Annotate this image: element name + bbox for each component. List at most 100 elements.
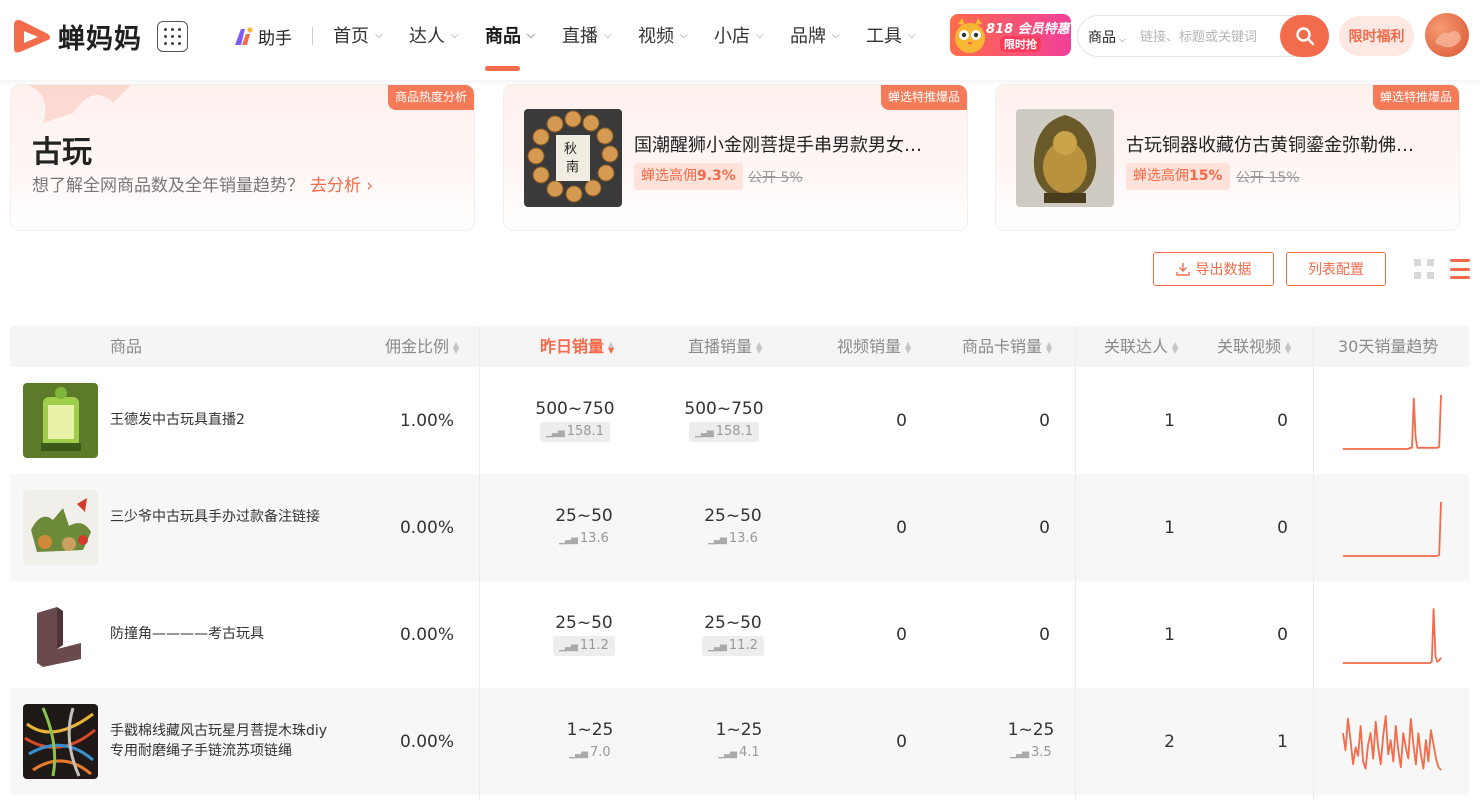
- table-row[interactable]: 王德发中古玩具直播2 1.00% 500~750 ▁▃▅ 158.1 500~75…: [10, 367, 1469, 474]
- limited-offer-button[interactable]: 限时福利: [1339, 16, 1414, 56]
- col-commission[interactable]: 佣金比例 ▲ ▼: [385, 326, 459, 367]
- nav-home[interactable]: 首页 ⌵: [333, 22, 383, 48]
- active-tab-indicator: [485, 66, 520, 71]
- product-thumbnail[interactable]: [23, 383, 98, 458]
- list-view-icon[interactable]: [1450, 259, 1470, 279]
- sales-avg-badge: ▁▃▅ 158.1: [689, 422, 759, 442]
- sales-avg-badge: ▁▃▅ 13.6: [702, 529, 764, 549]
- related-creators-cell[interactable]: 1: [1110, 474, 1175, 581]
- promo-banner[interactable]: 818 会员特惠 限时抢: [950, 14, 1071, 56]
- related-videos-cell[interactable]: 0: [1220, 367, 1288, 474]
- col-product: 商品: [110, 337, 143, 356]
- col-live-sales[interactable]: 直播销量 ▲ ▼: [688, 326, 762, 367]
- search-input[interactable]: [1140, 25, 1278, 47]
- video-sales-cell: 0: [896, 731, 907, 752]
- related-creators-cell[interactable]: 1: [1110, 367, 1175, 474]
- sales-avg: 11.2: [579, 638, 609, 653]
- sales-avg: 13.6: [728, 531, 758, 546]
- sort-icon: ▲ ▼: [905, 339, 912, 355]
- search-scope-label: 商品: [1088, 30, 1116, 46]
- col-label: 商品卡销量: [962, 337, 1043, 356]
- helper-link[interactable]: 助手: [232, 24, 292, 49]
- col-card-sales[interactable]: 商品卡销量 ▲ ▼: [962, 326, 1052, 367]
- nav-label: 小店: [714, 26, 750, 47]
- product-thumbnail[interactable]: [23, 597, 98, 672]
- sort-icon: ▲ ▼: [453, 339, 460, 355]
- sales-avg-badge: ▁▃▅ 11.2: [702, 636, 764, 656]
- col-yesterday-sales[interactable]: 昨日销量 ▲ ▼: [540, 326, 614, 367]
- table-row[interactable]: 手戳棉线藏风古玩星月菩提木珠diy专用耐磨绳子手链流苏项链绳 0.00% 1~2…: [10, 688, 1469, 795]
- related-videos-cell[interactable]: 0: [1220, 474, 1288, 581]
- related-creators-cell[interactable]: 1: [1110, 581, 1175, 688]
- sales-range: 1~25: [1007, 720, 1055, 740]
- live-sales-cell: 500~750 ▁▃▅ 158.1: [684, 399, 764, 442]
- sparkline-path: [1343, 608, 1442, 664]
- category-analysis-card: 商品热度分析 古玩 想了解全网商品数及全年销量趋势？ 去分析 ›: [10, 84, 475, 231]
- col-label: 关联视频: [1217, 337, 1282, 356]
- sparkline-path: [1343, 394, 1442, 450]
- col-related-creators[interactable]: 关联达人 ▲ ▼: [1104, 326, 1178, 367]
- trend-sparkline: [1343, 608, 1442, 664]
- export-data-button[interactable]: 导出数据: [1153, 252, 1274, 286]
- featured-product-title[interactable]: 国潮醒狮小金刚菩提手串男款男女士手串: [634, 131, 939, 157]
- trend-sparkline: [1343, 501, 1442, 557]
- commission-label: 蝉选高佣: [641, 168, 697, 184]
- product-name[interactable]: 防撞角————考古玩具: [110, 624, 330, 644]
- nav-shops[interactable]: 小店 ⌵: [714, 22, 764, 48]
- brand-logo[interactable]: 蝉妈妈: [10, 14, 142, 58]
- related-creators-cell[interactable]: 2: [1110, 688, 1175, 795]
- featured-product-card[interactable]: 蝉选特推爆品 古玩铜器收藏仿古黄铜鎏金弥勒佛笑佛摆件 蝉选高佣15% 公开 15…: [995, 84, 1460, 231]
- card-sales-cell: 0: [1039, 410, 1050, 431]
- product-name[interactable]: 三少爷中古玩具手办过款备注链接: [110, 507, 330, 527]
- table-header: 商品 佣金比例 ▲ ▼ 昨日销量 ▲ ▼ 直播销量 ▲ ▼ 视频销量 ▲ ▼ 商品卡销量 ▲ ▼ 关…: [10, 326, 1469, 367]
- top-nav-bar: 蝉妈妈 助手 首页 ⌵ 达人 ⌵ 商品 ⌵ 直播 ⌵ 视频 ⌵ 小店 ⌵ 品牌 ⌵ 工具 ⌵ 8…: [0, 0, 1480, 80]
- product-thumbnail[interactable]: [23, 704, 98, 779]
- app-grid-icon[interactable]: [157, 21, 188, 52]
- table-row[interactable]: 三少爷中古玩具手办过款备注链接 0.00% 25~50 ▁▃▅ 13.6 25~5…: [10, 474, 1469, 581]
- search-button[interactable]: [1280, 15, 1329, 57]
- nav-label: 达人: [409, 26, 445, 47]
- category-title: 古玩: [32, 135, 92, 170]
- nav-products[interactable]: 商品 ⌵: [485, 22, 535, 48]
- table-row[interactable]: 防撞角————考古玩具 0.00% 25~50 ▁▃▅ 11.2 25~50 ▁▃…: [10, 581, 1469, 688]
- trend-sparkline: [1342, 715, 1442, 771]
- product-name[interactable]: 王德发中古玩具直播2: [110, 410, 330, 430]
- nav-label: 品牌: [790, 26, 826, 47]
- sales-range: 25~50: [704, 506, 762, 526]
- grid-view-icon[interactable]: [1414, 259, 1434, 279]
- sort-icon: ▲ ▼: [1285, 339, 1292, 355]
- related-videos-cell[interactable]: 0: [1220, 581, 1288, 688]
- featured-product-title[interactable]: 古玩铜器收藏仿古黄铜鎏金弥勒佛笑佛摆件: [1126, 131, 1431, 157]
- featured-tag: 蝉选特推爆品: [1372, 85, 1459, 110]
- nav-creators[interactable]: 达人 ⌵: [409, 22, 459, 48]
- sales-avg: 3.5: [1031, 745, 1052, 760]
- brand-name: 蝉妈妈: [58, 23, 142, 55]
- avatar[interactable]: [1425, 13, 1469, 57]
- commission-cell: 1.00%: [399, 410, 454, 431]
- product-thumbnail[interactable]: [23, 490, 98, 565]
- nav-label: 首页: [333, 26, 369, 47]
- video-sales-cell: 0: [896, 410, 907, 431]
- chevron-down-icon: ⌵: [1119, 35, 1126, 45]
- analyze-link[interactable]: 去分析 ›: [310, 176, 373, 196]
- col-video-sales[interactable]: 视频销量 ▲ ▼: [837, 326, 911, 367]
- related-videos-cell[interactable]: 1: [1220, 688, 1288, 795]
- nav-live[interactable]: 直播 ⌵: [562, 22, 612, 48]
- featured-product-card[interactable]: 蝉选特推爆品 秋 南 国潮醒狮小金刚菩提手串男款男女士手串 蝉选高佣9.3% 公…: [503, 84, 968, 231]
- product-name[interactable]: 手戳棉线藏风古玩星月菩提木珠diy专用耐磨绳子手链流苏项链绳: [110, 721, 330, 761]
- commission-label: 蝉选高佣: [1133, 168, 1189, 184]
- svg-text:南: 南: [566, 159, 579, 175]
- nav-label: 直播: [562, 26, 598, 47]
- column-config-button[interactable]: 列表配置: [1286, 252, 1386, 286]
- col-related-videos[interactable]: 关联视频 ▲ ▼: [1217, 326, 1291, 367]
- sales-range: 1~25: [566, 720, 614, 740]
- nav-tools[interactable]: 工具 ⌵: [866, 22, 916, 48]
- sales-avg-badge: ▁▃▅ 158.1: [540, 422, 610, 442]
- col-label: 昨日销量: [540, 337, 605, 356]
- yesterday-sales-cell: 1~25 ▁▃▅ 7.0: [550, 720, 630, 763]
- trend-sparkline: [1343, 394, 1442, 450]
- nav-video[interactable]: 视频 ⌵: [638, 22, 688, 48]
- nav-brands[interactable]: 品牌 ⌵: [790, 22, 840, 48]
- nav-label: 商品: [485, 26, 521, 47]
- search-scope-select[interactable]: 商品 ⌵: [1088, 27, 1126, 47]
